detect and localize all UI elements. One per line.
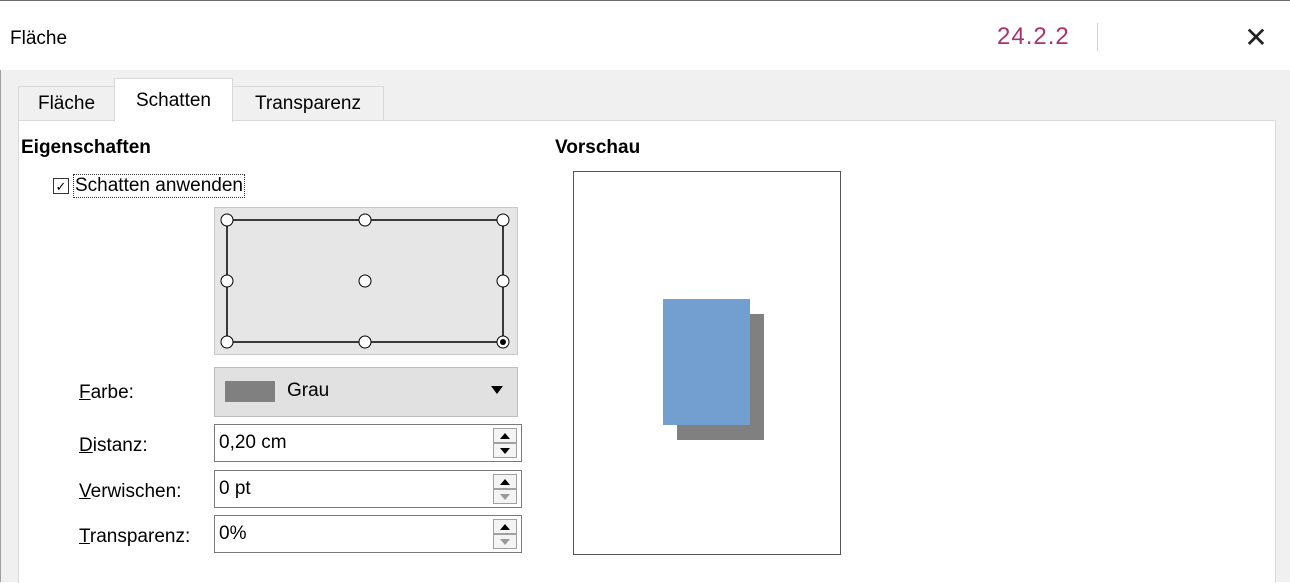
properties-heading: Eigenschaften	[21, 137, 151, 158]
tab-panel-schatten: Eigenschaften ✓ Schatten anwenden Farbe:	[18, 120, 1276, 583]
blur-spin-buttons	[493, 474, 517, 504]
blur-increase-button[interactable]	[493, 474, 517, 489]
transparency-label: Transparenz:	[79, 526, 191, 547]
blur-spinbox[interactable]: 0 pt	[214, 470, 522, 508]
blur-decrease-button[interactable]	[493, 489, 517, 504]
apply-shadow-label: Schatten anwenden	[73, 174, 245, 198]
window-edge	[0, 70, 1, 582]
title-bar: Fläche 24.2.2 ✕	[0, 0, 1290, 71]
tab-flaeche[interactable]: Fläche	[18, 86, 115, 121]
color-value: Grau	[287, 380, 330, 401]
tab-label: Transparenz	[255, 93, 361, 114]
color-swatch	[225, 381, 275, 402]
transparency-increase-button[interactable]	[493, 519, 517, 534]
checkbox-check-icon: ✓	[53, 178, 69, 194]
tab-label: Fläche	[37, 93, 96, 114]
preview-box	[573, 171, 841, 555]
color-label: Farbe:	[79, 382, 134, 403]
preview-object	[663, 299, 750, 425]
transparency-spin-buttons	[493, 519, 517, 549]
version-label: 24.2.2	[997, 23, 1070, 50]
position-bottom-left[interactable]	[220, 335, 234, 349]
arrow-down-icon	[500, 447, 510, 454]
close-icon: ✕	[1244, 21, 1268, 53]
position-middle-left[interactable]	[220, 274, 234, 288]
tab-label: Schatten	[136, 89, 211, 111]
transparency-decrease-button[interactable]	[493, 534, 517, 549]
distance-spinbox[interactable]: 0,20 cm	[214, 424, 522, 462]
color-dropdown[interactable]: Grau	[214, 367, 518, 417]
distance-decrease-button[interactable]	[493, 443, 517, 458]
distance-label: Distanz:	[79, 435, 148, 456]
window-title: Fläche	[10, 28, 68, 49]
arrow-up-icon	[500, 523, 510, 530]
preview-heading: Vorschau	[555, 137, 641, 158]
apply-shadow-checkbox[interactable]: ✓ Schatten anwenden	[53, 174, 245, 198]
distance-value: 0,20 cm	[219, 432, 287, 453]
dialog-body: Fläche Schatten Transparenz Eigenschafte…	[0, 70, 1290, 583]
position-selected-dot	[500, 339, 506, 345]
arrow-up-icon	[500, 478, 510, 485]
arrow-up-icon	[500, 432, 510, 439]
distance-spin-buttons	[493, 428, 517, 458]
transparency-spinbox[interactable]: 0%	[214, 515, 522, 553]
distance-increase-button[interactable]	[493, 428, 517, 443]
arrow-down-icon	[500, 538, 510, 545]
arrow-down-icon	[500, 493, 510, 500]
tab-schatten[interactable]: Schatten	[114, 78, 233, 122]
transparency-value: 0%	[219, 523, 247, 544]
position-middle-right[interactable]	[496, 274, 510, 288]
position-top-left[interactable]	[220, 213, 234, 227]
version-badge: 24.2.2	[983, 23, 1098, 51]
position-top-center[interactable]	[358, 213, 372, 227]
position-grid-graphic	[220, 213, 510, 349]
blur-value: 0 pt	[219, 478, 251, 499]
tab-transparenz[interactable]: Transparenz	[232, 86, 384, 121]
close-button[interactable]: ✕	[1236, 19, 1276, 55]
shadow-position-grid[interactable]	[214, 207, 518, 355]
blur-label: Verwischen:	[79, 481, 182, 502]
position-center[interactable]	[358, 274, 372, 288]
chevron-down-icon	[491, 386, 503, 394]
position-bottom-center[interactable]	[358, 335, 372, 349]
position-top-right[interactable]	[496, 213, 510, 227]
